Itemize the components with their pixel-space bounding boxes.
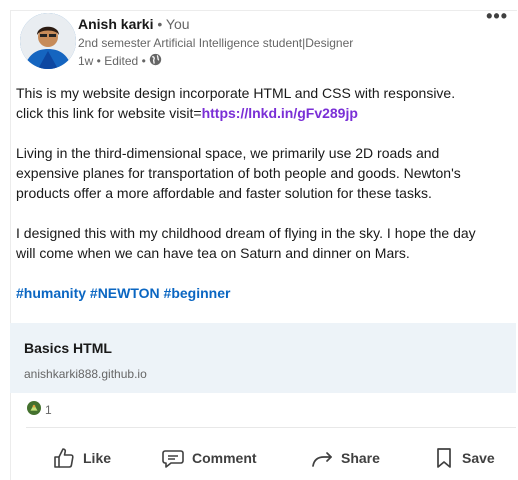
reactions-summary[interactable]: 1 bbox=[27, 401, 52, 418]
post-paragraph-3: I designed this with my childhood dream … bbox=[16, 225, 476, 261]
save-label: Save bbox=[462, 450, 495, 466]
like-button[interactable]: Like bbox=[52, 440, 111, 476]
link-preview-title: Basics HTML bbox=[24, 340, 112, 356]
like-label: Like bbox=[83, 450, 112, 466]
celebrate-icon bbox=[27, 401, 41, 418]
post-body: This is my website design incorporate HT… bbox=[16, 83, 496, 323]
share-label: Share bbox=[341, 450, 380, 466]
post-timestamp: 1w • Edited • bbox=[78, 54, 146, 68]
post-link-prefix: click this link for website visit= bbox=[16, 105, 202, 121]
divider bbox=[26, 427, 516, 428]
post-paragraph-2: Living in the third-dimensional space, w… bbox=[16, 145, 461, 201]
reaction-count: 1 bbox=[45, 402, 52, 417]
post-meta: 1w • Edited • bbox=[78, 53, 162, 69]
save-button[interactable]: Save bbox=[433, 440, 495, 476]
comment-button[interactable]: Comment bbox=[161, 440, 257, 476]
author-name[interactable]: Anish karki bbox=[78, 16, 153, 32]
globe-icon bbox=[149, 53, 162, 69]
link-preview-domain: anishkarki888.github.io bbox=[24, 367, 147, 381]
post-paragraph-1: This is my website design incorporate HT… bbox=[16, 83, 496, 123]
post-link[interactable]: https://lnkd.in/gFv289jp bbox=[202, 105, 358, 121]
link-preview[interactable]: Basics HTML anishkarki888.github.io bbox=[10, 323, 516, 393]
share-button[interactable]: Share bbox=[310, 440, 380, 476]
comment-icon bbox=[161, 446, 185, 470]
comment-label: Comment bbox=[192, 450, 257, 466]
author-relation: • You bbox=[153, 16, 190, 32]
post-hashtags[interactable]: #humanity #NEWTON #beginner bbox=[16, 283, 496, 303]
author-name-line: Anish karki • You bbox=[78, 16, 190, 32]
author-headline: 2nd semester Artificial Intelligence stu… bbox=[78, 36, 354, 50]
post-line-1: This is my website design incorporate HT… bbox=[16, 85, 456, 101]
like-icon bbox=[52, 446, 76, 470]
more-options-button[interactable]: ••• bbox=[486, 7, 508, 25]
bookmark-icon bbox=[433, 446, 455, 470]
action-bar: Like Comment Share Save bbox=[10, 440, 516, 476]
avatar[interactable] bbox=[20, 13, 76, 69]
share-arrow-icon bbox=[310, 446, 334, 470]
